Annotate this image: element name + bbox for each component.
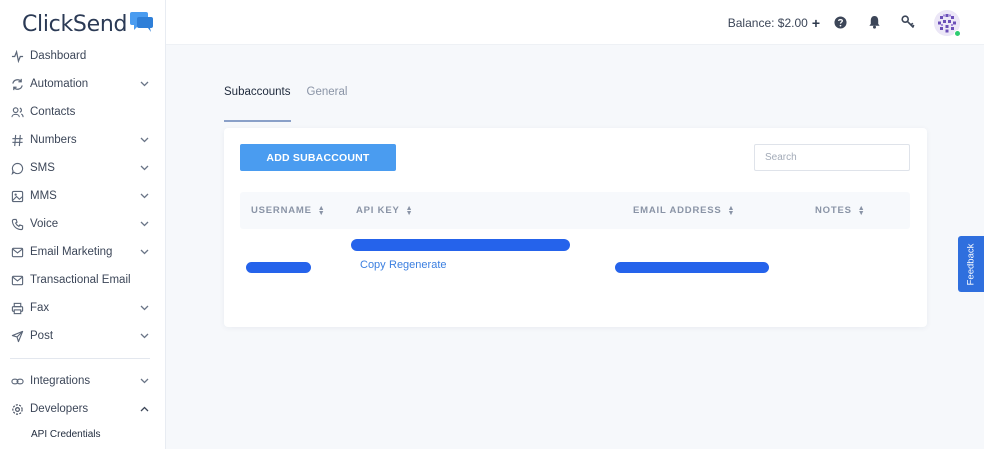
sidebar-item-label: Contacts [30, 106, 76, 118]
sort-icon: ▲ ▼ [727, 204, 736, 217]
top-bar: Balance: $2.00 + [166, 0, 984, 45]
chevron-down-icon [140, 219, 150, 229]
users-icon [10, 105, 24, 119]
chevron-down-icon [140, 303, 150, 313]
column-label: USERNAME [251, 205, 312, 216]
logo-text: ClickSend [22, 12, 128, 37]
help-icon[interactable] [832, 14, 848, 30]
sidebar-item-label: Numbers [30, 134, 77, 146]
chat-bubbles-logo-icon [130, 11, 154, 32]
chevron-down-icon [140, 135, 150, 145]
sidebar-item-post[interactable]: Post [0, 322, 166, 350]
send-icon [10, 329, 24, 343]
sidebar-item-label: Email Marketing [30, 246, 113, 258]
feedback-tab[interactable]: Feedback [958, 236, 984, 292]
chevron-down-icon [140, 163, 150, 173]
mail-icon [10, 273, 24, 287]
regenerate-link[interactable]: Regenerate [389, 259, 447, 271]
balance-button[interactable]: Balance: $2.00 + [728, 15, 820, 31]
sidebar: ClickSend Dashboard Automation Contacts … [0, 0, 166, 449]
sidebar-item-automation[interactable]: Automation [0, 70, 166, 98]
chevron-up-icon [140, 404, 150, 414]
chevron-down-icon [140, 247, 150, 257]
sidebar-item-label: Transactional Email [30, 274, 131, 286]
image-icon [10, 189, 24, 203]
avatar[interactable] [934, 10, 961, 37]
sidebar-nav: Dashboard Automation Contacts Numbers SM… [0, 42, 166, 445]
phone-icon [10, 217, 24, 231]
mail-icon [10, 245, 24, 259]
sidebar-item-fax[interactable]: Fax [0, 294, 166, 322]
sidebar-item-transactional-email[interactable]: Transactional Email [0, 266, 166, 294]
activity-icon [10, 49, 24, 63]
subaccounts-card: ADD SUBACCOUNT USERNAME ▲▼ API KEY ▲▼ EM… [224, 128, 927, 327]
sidebar-item-label: Integrations [30, 375, 91, 387]
column-header-email-address[interactable]: EMAIL ADDRESS ▲ ▼ [633, 204, 736, 217]
gear-icon [10, 402, 24, 416]
sidebar-item-numbers[interactable]: Numbers [0, 126, 166, 154]
column-label: EMAIL ADDRESS [633, 205, 722, 216]
column-label: API KEY [356, 205, 400, 216]
add-subaccount-button[interactable]: ADD SUBACCOUNT [240, 144, 396, 171]
sidebar-subitem-api-credentials[interactable]: API Credentials [0, 423, 166, 445]
sort-icon: ▲ ▼ [317, 204, 326, 217]
hash-icon [10, 133, 24, 147]
redacted-username [246, 262, 311, 273]
tab-general[interactable]: General [307, 86, 348, 122]
column-header-notes[interactable]: NOTES ▲ ▼ [815, 204, 866, 217]
sidebar-divider [10, 358, 150, 359]
sidebar-item-label: Dashboard [30, 50, 87, 62]
chevron-down-icon [140, 79, 150, 89]
add-balance-icon: + [811, 15, 820, 31]
chevron-down-icon [140, 191, 150, 201]
balance-label: Balance: $2.00 [727, 16, 808, 30]
search-input[interactable] [754, 144, 910, 171]
feedback-label: Feedback [965, 243, 977, 285]
printer-icon [10, 301, 24, 315]
sidebar-item-label: Voice [30, 218, 59, 230]
sidebar-item-contacts[interactable]: Contacts [0, 98, 166, 126]
redacted-api-key [351, 239, 570, 251]
column-header-api-key[interactable]: API KEY ▲ ▼ [356, 204, 414, 217]
chevron-down-icon [140, 331, 150, 341]
column-header-username[interactable]: USERNAME ▲ ▼ [251, 204, 326, 217]
sidebar-item-voice[interactable]: Voice [0, 210, 166, 238]
sidebar-item-developers[interactable]: Developers [0, 395, 166, 423]
sidebar-item-label: Automation [30, 78, 89, 90]
link-icon [10, 374, 24, 388]
column-label: NOTES [815, 205, 852, 216]
sidebar-item-label: SMS [30, 162, 55, 174]
key-icon[interactable] [900, 14, 916, 30]
clicksend-logo[interactable]: ClickSend [22, 11, 155, 37]
sidebar-item-sms[interactable]: SMS [0, 154, 166, 182]
sidebar-item-email-marketing[interactable]: Email Marketing [0, 238, 166, 266]
sidebar-item-mms[interactable]: MMS [0, 182, 166, 210]
sidebar-item-dashboard[interactable]: Dashboard [0, 42, 166, 70]
tab-subaccounts[interactable]: Subaccounts [224, 86, 291, 122]
table-header: USERNAME ▲ ▼ API KEY ▲ ▼ EMAIL ADDRESS ▲ ▼ … [240, 192, 910, 229]
bell-icon[interactable] [866, 14, 882, 30]
copy-link[interactable]: Copy [360, 259, 386, 271]
chevron-down-icon [140, 376, 150, 386]
sidebar-item-integrations[interactable]: Integrations [0, 367, 166, 395]
refresh-icon [10, 77, 24, 91]
sidebar-item-label: MMS [30, 190, 57, 202]
chat-bubble-icon [10, 161, 24, 175]
sidebar-item-label: Developers [30, 403, 89, 415]
sort-icon: ▲ ▼ [405, 204, 414, 217]
online-status-dot [954, 30, 961, 37]
sidebar-item-label: Fax [30, 302, 50, 314]
sidebar-item-label: Post [30, 330, 54, 342]
sort-icon: ▲ ▼ [857, 204, 866, 217]
tab-bar: Subaccounts General [224, 86, 363, 122]
redacted-email-address [615, 262, 769, 273]
